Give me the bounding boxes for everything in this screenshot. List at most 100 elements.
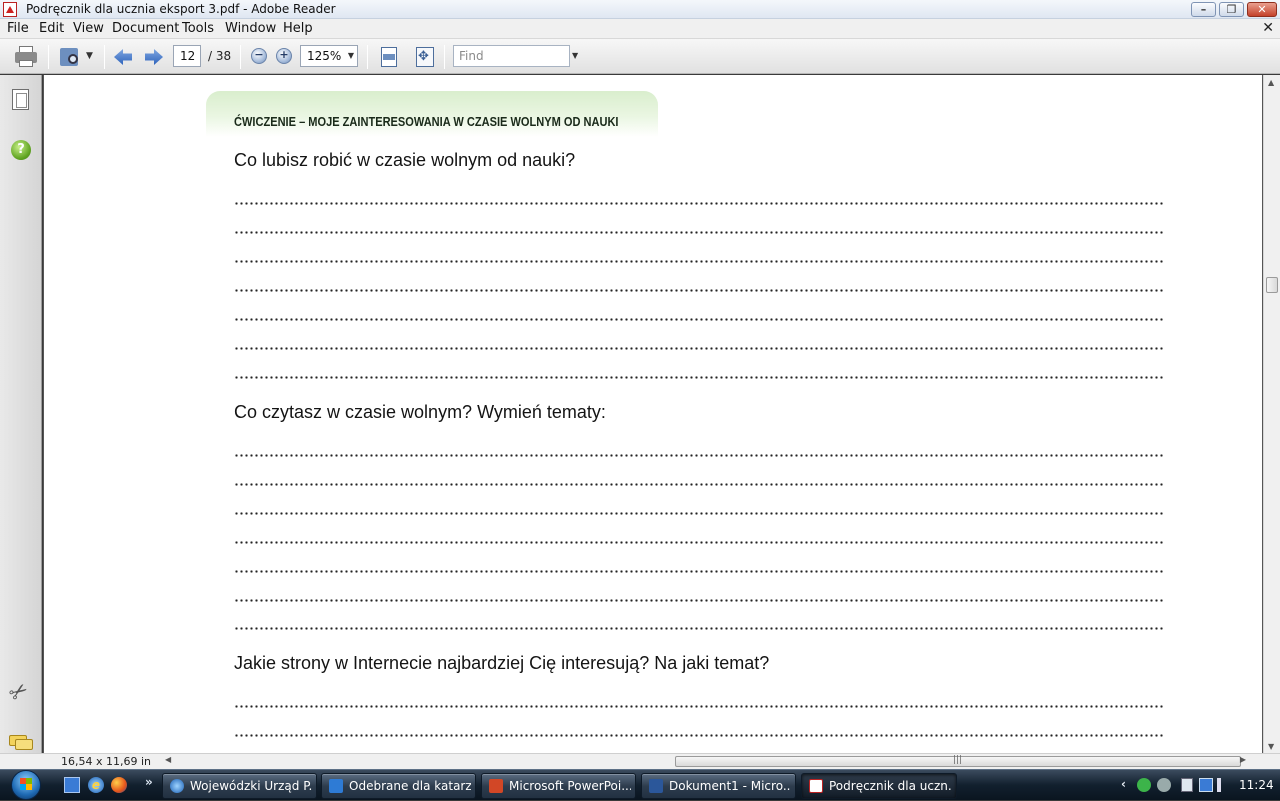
- attachment-icon[interactable]: ✂: [4, 677, 33, 708]
- page-size-label: 16,54 x 11,69 in: [61, 755, 152, 768]
- taskbar-item[interactable]: Wojewódzki Urząd P...: [162, 773, 317, 799]
- pages-icon[interactable]: [12, 89, 29, 110]
- answer-line: [234, 570, 1164, 573]
- answer-line: [234, 599, 1164, 602]
- answer-line: [234, 318, 1164, 321]
- quick-launch-more-icon[interactable]: »: [145, 775, 155, 791]
- toolbar-separator: [48, 45, 49, 69]
- security-icon[interactable]: [1137, 778, 1151, 792]
- adobe-reader-icon: [3, 2, 17, 17]
- printer-icon[interactable]: [14, 46, 38, 68]
- answer-line: [234, 202, 1164, 205]
- taskbar-item[interactable]: Microsoft PowerPoi...: [481, 773, 636, 799]
- toolbar-separator: [367, 45, 368, 69]
- network-icon[interactable]: [1199, 778, 1213, 792]
- answer-line: [234, 454, 1164, 457]
- clock[interactable]: 11:24: [1239, 778, 1274, 792]
- answer-line: [234, 260, 1164, 263]
- menu-help[interactable]: Help: [283, 21, 313, 36]
- title-bar: Podręcznik dla ucznia eksport 3.pdf - Ad…: [0, 0, 1280, 19]
- restore-icon: ❐: [1226, 3, 1237, 16]
- find-input[interactable]: Find: [453, 45, 570, 67]
- zoom-in-icon[interactable]: +: [276, 48, 292, 64]
- close-button[interactable]: ✕: [1247, 2, 1277, 17]
- taskbar: e » Wojewódzki Urząd P... Odebrane dla k…: [0, 769, 1280, 800]
- vertical-scrollbar[interactable]: ▲ ▼: [1263, 75, 1280, 753]
- menu-window[interactable]: Window: [225, 21, 276, 36]
- show-hidden-icons-icon[interactable]: ‹: [1121, 777, 1126, 791]
- section-title: ĆWICZENIE – MOJE ZAINTERESOWANIA W CZASI…: [234, 114, 619, 129]
- page-total-label: / 38: [208, 49, 232, 63]
- firefox-icon[interactable]: [111, 777, 127, 793]
- adobe-reader-icon: [809, 779, 823, 793]
- scroll-right-icon[interactable]: ▶: [1240, 755, 1246, 764]
- outlook-icon: [329, 779, 343, 793]
- answer-line: [234, 512, 1164, 515]
- answer-line: [234, 627, 1164, 630]
- zoom-out-icon[interactable]: −: [251, 48, 267, 64]
- taskbar-item-label: Podręcznik dla uczn...: [829, 779, 952, 793]
- chevron-down-icon: ▼: [347, 51, 354, 60]
- word-icon: [649, 779, 663, 793]
- question-2: Co czytasz w czasie wolnym? Wymień temat…: [234, 402, 606, 422]
- scroll-down-icon[interactable]: ▼: [1268, 742, 1274, 751]
- toolbar-separator: [240, 45, 241, 69]
- taskbar-item-label: Wojewódzki Urząd P...: [190, 779, 312, 793]
- page-number-input[interactable]: 12: [173, 45, 201, 67]
- zoom-select[interactable]: 125% ▼: [300, 45, 358, 67]
- menu-tools[interactable]: Tools: [182, 21, 214, 36]
- scroll-grip-icon: |||: [953, 755, 963, 765]
- window-title: Podręcznik dla ucznia eksport 3.pdf - Ad…: [26, 2, 336, 16]
- vertical-scroll-thumb[interactable]: [1266, 277, 1278, 293]
- question-3: Jakie strony w Internecie najbardziej Ci…: [234, 653, 770, 673]
- taskbar-item-label: Dokument1 - Micro...: [669, 779, 791, 793]
- restore-button[interactable]: ❐: [1219, 2, 1244, 17]
- tray-app-icon[interactable]: [1157, 778, 1171, 792]
- help-icon[interactable]: ?: [11, 140, 31, 160]
- scroll-left-icon[interactable]: ◀: [165, 755, 171, 764]
- show-desktop-icon[interactable]: [64, 777, 80, 793]
- fit-page-icon[interactable]: [380, 46, 398, 68]
- toolbar-separator: [444, 45, 445, 69]
- taskbar-item[interactable]: Odebrane dla katarz...: [321, 773, 476, 799]
- zoom-value: 125%: [307, 49, 342, 63]
- close-document-icon[interactable]: ✕: [1262, 20, 1274, 36]
- comments-icon[interactable]: [9, 735, 33, 751]
- horizontal-scrollbar[interactable]: ◀ ||| ▶: [163, 755, 1248, 768]
- pdf-page: ĆWICZENIE – MOJE ZAINTERESOWANIA W CZASI…: [43, 75, 1263, 753]
- close-icon: ✕: [1257, 3, 1267, 16]
- menu-document[interactable]: Document: [112, 21, 179, 36]
- volume-icon[interactable]: [1217, 778, 1227, 792]
- powerpoint-icon: [489, 779, 503, 793]
- menu-file[interactable]: File: [7, 21, 29, 36]
- minimize-icon: –: [1200, 3, 1207, 16]
- answer-line: [234, 705, 1164, 708]
- document-view[interactable]: ĆWICZENIE – MOJE ZAINTERESOWANIA W CZASI…: [43, 75, 1263, 753]
- scroll-up-icon[interactable]: ▲: [1268, 78, 1274, 87]
- navigation-pane: ? ✂: [0, 75, 42, 753]
- system-tray: ‹ 11:24: [1117, 770, 1280, 801]
- question-1: Co lubisz robić w czasie wolnym od nauki…: [234, 150, 576, 170]
- answer-line: [234, 347, 1164, 350]
- find-options-chevron-icon[interactable]: ▼: [572, 51, 578, 60]
- device-icon[interactable]: [1181, 778, 1193, 792]
- taskbar-item-active[interactable]: Podręcznik dla uczn...: [801, 773, 957, 799]
- answer-line: [234, 541, 1164, 544]
- minimize-button[interactable]: –: [1191, 2, 1216, 17]
- menu-edit[interactable]: Edit: [39, 21, 64, 36]
- fit-window-icon[interactable]: [415, 46, 435, 68]
- review-icon[interactable]: ▼: [58, 46, 94, 68]
- answer-line: [234, 231, 1164, 234]
- taskbar-item[interactable]: Dokument1 - Micro...: [641, 773, 796, 799]
- internet-explorer-icon: [170, 779, 184, 793]
- internet-explorer-icon[interactable]: e: [88, 777, 104, 793]
- taskbar-item-label: Microsoft PowerPoi...: [509, 779, 631, 793]
- next-page-icon[interactable]: [145, 46, 167, 68]
- answer-line: [234, 483, 1164, 486]
- previous-page-icon[interactable]: [114, 46, 136, 68]
- status-bar: 16,54 x 11,69 in ◀ ||| ▶: [0, 753, 1280, 769]
- start-button[interactable]: [9, 770, 45, 801]
- answer-line: [234, 376, 1164, 379]
- toolbar-separator: [104, 45, 105, 69]
- menu-view[interactable]: View: [73, 21, 104, 36]
